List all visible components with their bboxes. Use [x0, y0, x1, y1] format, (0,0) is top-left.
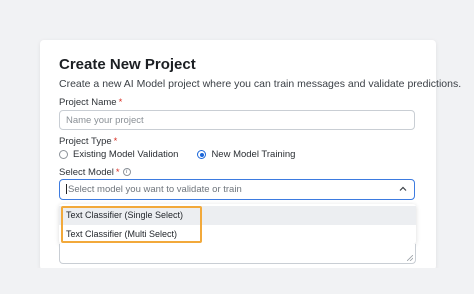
- page-bottom-background: [0, 268, 474, 294]
- required-asterisk: *: [113, 136, 118, 147]
- project-type-label: Project Type *: [59, 136, 117, 147]
- select-model-options-menu: Text Classifier (Single Select) Text Cla…: [59, 204, 416, 244]
- radio-label: Existing Model Validation: [73, 149, 179, 160]
- project-name-label-text: Project Name: [59, 97, 117, 108]
- info-icon[interactable]: i: [122, 168, 131, 177]
- dropdown-option-text-classifier-single[interactable]: Text Classifier (Single Select): [59, 206, 416, 225]
- project-type-radio-group: Existing Model Validation New Model Trai…: [59, 149, 295, 160]
- dialog-title: Create New Project: [59, 56, 196, 73]
- dropdown-option-text-classifier-multi[interactable]: Text Classifier (Multi Select): [59, 225, 416, 244]
- project-name-label: Project Name *: [59, 97, 122, 108]
- required-asterisk: *: [118, 97, 123, 108]
- text-cursor: [66, 184, 67, 195]
- project-type-label-text: Project Type: [59, 136, 112, 147]
- dialog-subtitle: Create a new AI Model project where you …: [59, 78, 462, 90]
- radio-unchecked-icon[interactable]: [59, 150, 68, 159]
- resize-handle-icon[interactable]: [407, 255, 413, 261]
- select-model-placeholder: Select model you want to validate or tra…: [68, 184, 242, 195]
- radio-option-new-model-training[interactable]: New Model Training: [197, 149, 295, 160]
- select-model-dropdown[interactable]: Select model you want to validate or tra…: [59, 179, 415, 200]
- radio-checked-icon[interactable]: [197, 150, 207, 159]
- radio-label: New Model Training: [211, 149, 296, 160]
- project-name-input[interactable]: [59, 110, 415, 130]
- chevron-up-icon[interactable]: [399, 185, 407, 193]
- radio-option-existing-model-validation[interactable]: Existing Model Validation: [59, 149, 178, 160]
- create-project-dialog: Create New Project Create a new AI Model…: [40, 40, 461, 270]
- select-model-label: Select Model * i: [59, 167, 131, 178]
- select-model-label-text: Select Model: [59, 167, 114, 178]
- description-textarea[interactable]: [59, 244, 416, 264]
- required-asterisk: *: [115, 167, 120, 178]
